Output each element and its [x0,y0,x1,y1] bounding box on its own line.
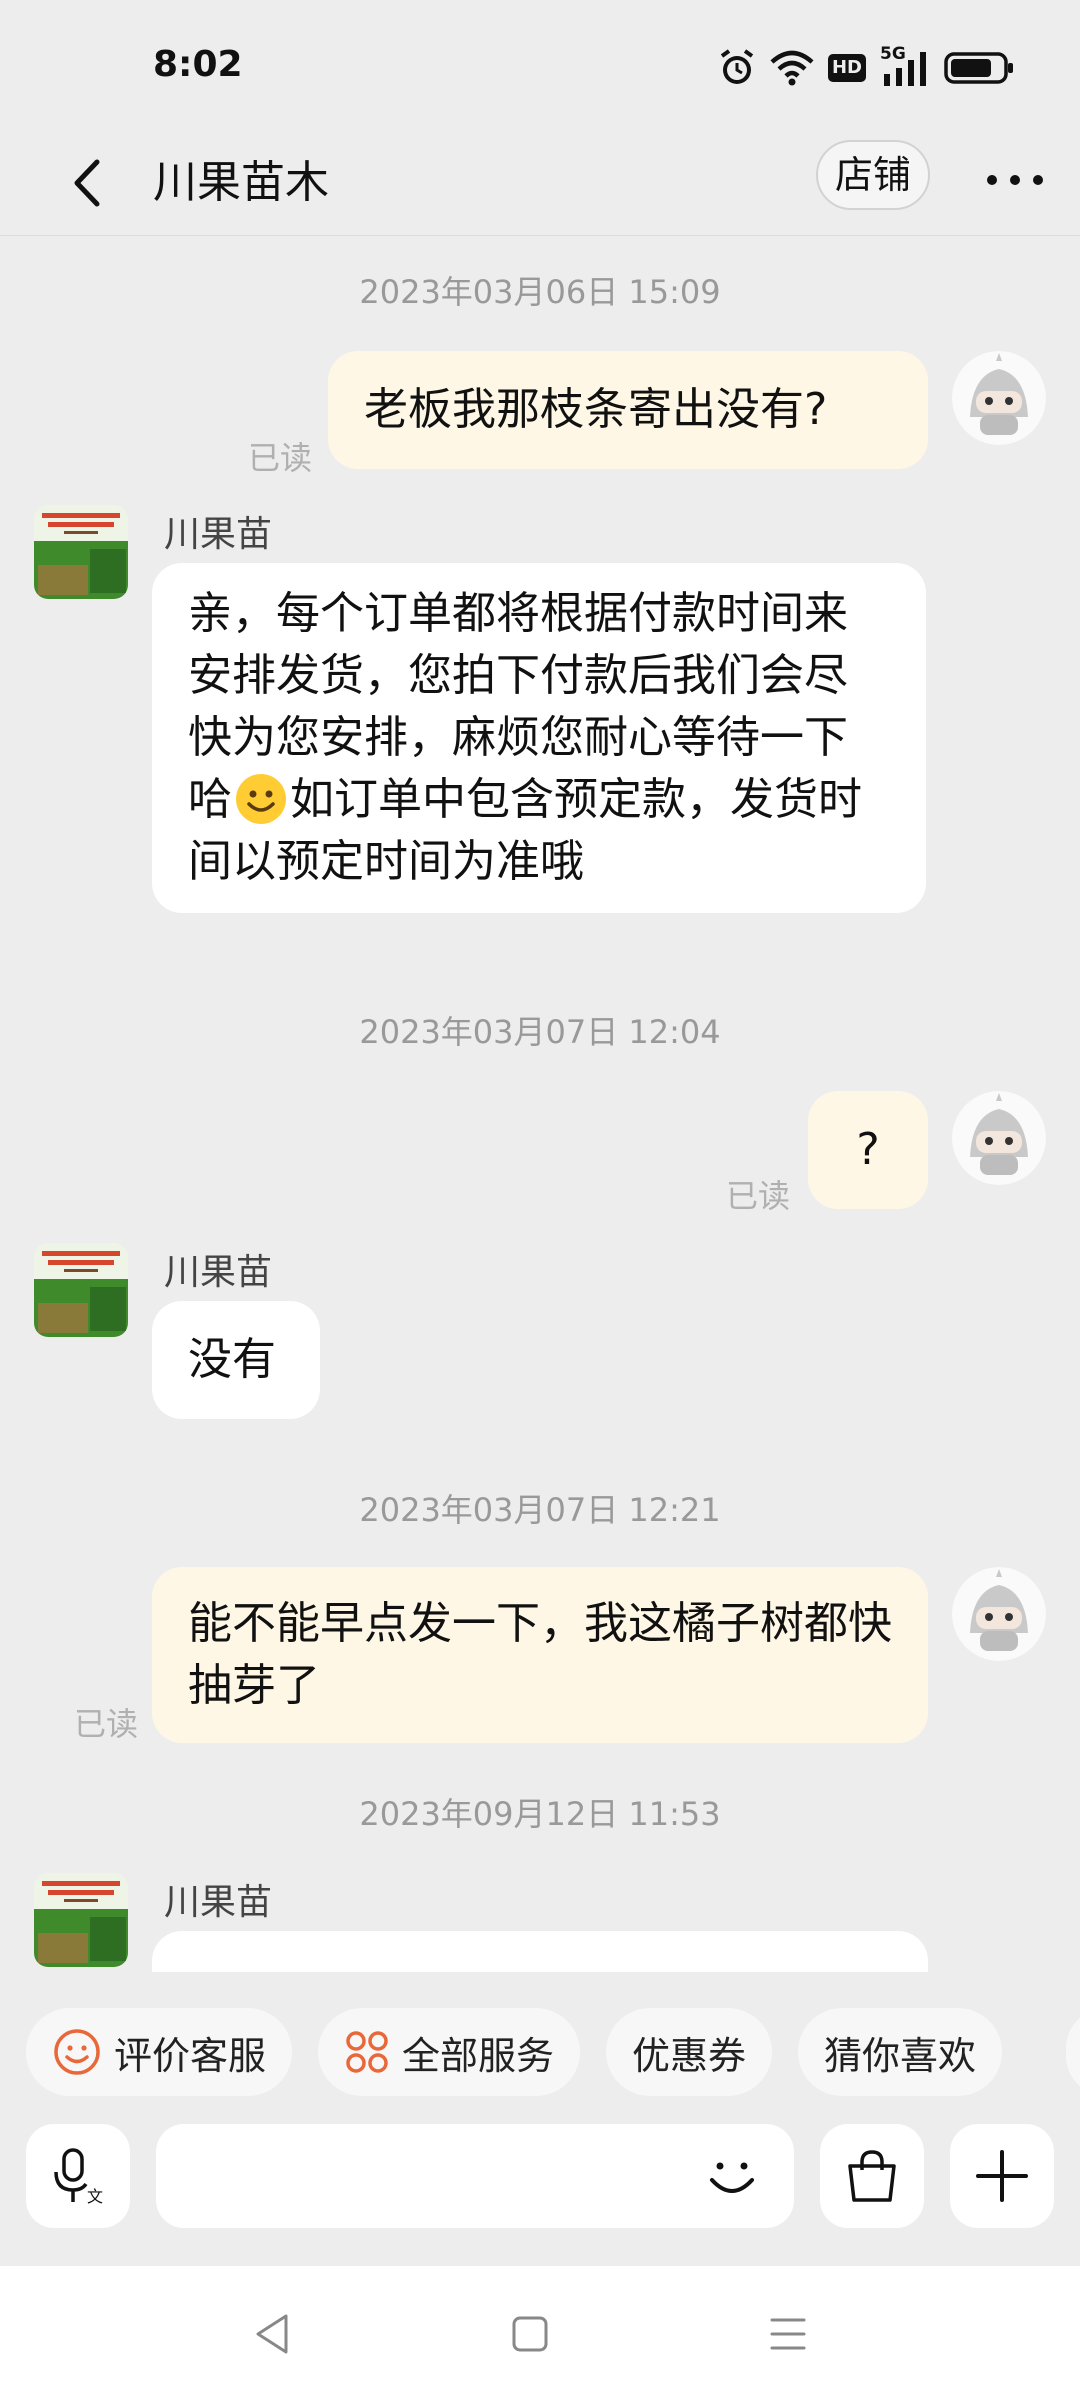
quick-actions: 评价客服 全部服务 优惠券 猜你喜欢 [26,2008,1003,2096]
status-time: 8:02 [153,44,243,85]
chip-label: 全部服务 [402,2033,555,2078]
message-timestamp: 2023年03月07日 12:21 [359,1491,721,1529]
signal-icon: 5G [880,44,930,86]
voice-button[interactable]: 文 [26,2124,130,2228]
message-timestamp: 2023年03月06日 15:09 [359,273,721,311]
nav-menu-icon [770,2318,806,2350]
rate-service-chip[interactable]: 评价客服 [26,2008,293,2096]
hd-icon: HD [827,54,866,82]
more-icon [987,175,1043,185]
emoji-button[interactable] [696,2140,768,2212]
chat-header: 川果苗木 店铺 [0,130,1080,236]
wifi-icon [770,50,814,86]
back-icon [74,159,100,207]
user-avatar[interactable] [952,1567,1046,1661]
message-timestamp: 2023年09月12日 11:53 [359,1795,721,1833]
smile-icon [54,2029,100,2075]
message-text: 如订单中包含预定款，发货时间以预定时间为准哦 [188,774,862,887]
plus-icon [976,2150,1028,2202]
chat-messages[interactable]: 2023年03月06日 15:09 老板我那枝条寄出没有? 已读 川果苗 亲，每… [0,237,1080,1972]
emoji-icon [710,2162,754,2193]
page-title: 川果苗木 [153,157,329,208]
shop-avatar[interactable] [34,1873,128,1967]
back-button[interactable] [52,148,122,218]
nav-home-button[interactable] [498,2302,562,2366]
sender-name: 川果苗 [164,1882,273,1923]
sender-name: 川果苗 [164,514,273,555]
battery-icon [944,52,1014,84]
nav-menu-button[interactable] [756,2302,820,2366]
shop-avatar[interactable] [34,505,128,599]
svg-text:文: 文 [87,2187,103,2206]
message-timestamp: 2023年03月07日 12:04 [359,1013,721,1051]
chip-label: 猜你喜欢 [824,2033,977,2078]
recommend-chip[interactable]: 猜你喜欢 [798,2008,1003,2096]
chip-label: 评价客服 [114,2033,267,2078]
nav-home-icon [512,2316,548,2352]
read-receipt: 已读 [248,439,313,477]
smile-emoji-icon [236,774,286,824]
shop-button[interactable]: 店铺 [816,140,930,210]
user-avatar[interactable] [952,1091,1046,1185]
coupon-chip[interactable]: 优惠券 [606,2008,773,2096]
read-receipt: 已读 [726,1177,791,1215]
voice-input-icon: 文 [54,2148,103,2206]
shop-avatar[interactable] [34,1243,128,1337]
shopping-bag-icon [848,2150,896,2202]
more-button[interactable] [975,145,1055,215]
status-icons: HD 5G [718,44,1014,92]
input-bar: 文 [0,2110,1080,2250]
system-navigation-bar [0,2266,1080,2400]
more-chip-partial[interactable] [1066,2008,1080,2096]
grid-icon [346,2031,388,2073]
read-receipt: 已读 [74,1705,139,1743]
user-avatar[interactable] [952,351,1046,445]
outgoing-message[interactable]: 能不能早点发一下，我这橘子树都快抽芽了 [152,1567,928,1743]
incoming-message[interactable]: 亲，每个订单都将根据付款时间来安排发货，您拍下付款后我们会尽快为您安排，麻烦您耐… [152,563,926,913]
shopping-bag-button[interactable] [820,2124,924,2228]
outgoing-message[interactable]: ? [808,1091,928,1209]
status-bar: 8:02 HD 5G [0,0,1080,130]
nav-back-button[interactable] [240,2302,304,2366]
outgoing-message[interactable]: 老板我那枝条寄出没有? [328,351,928,469]
incoming-message[interactable] [152,1931,928,1972]
incoming-message[interactable]: 没有 [152,1301,320,1419]
nav-back-icon [256,2314,288,2354]
all-services-chip[interactable]: 全部服务 [318,2008,581,2096]
sender-name: 川果苗 [164,1252,273,1293]
chip-label: 优惠券 [632,2033,747,2078]
plus-button[interactable] [950,2124,1054,2228]
alarm-icon [718,48,756,88]
